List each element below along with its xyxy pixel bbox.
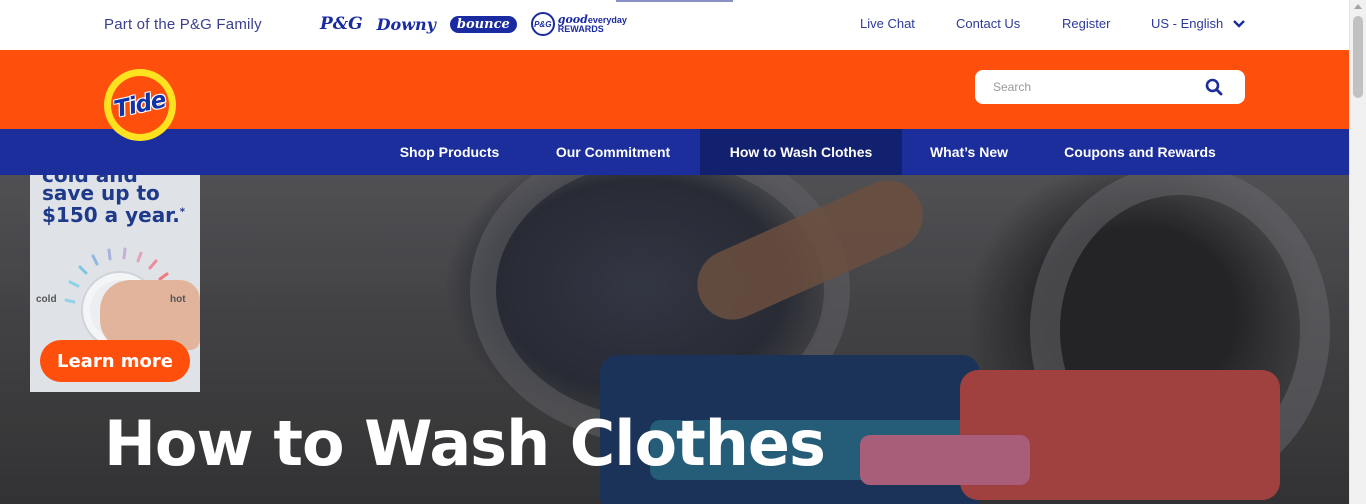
dial-hot-label: hot (170, 294, 186, 305)
page-scrollbar[interactable] (1349, 0, 1366, 504)
top-indicator (616, 0, 733, 2)
page-title: How to Wash Clothes (104, 407, 826, 480)
search-input[interactable] (993, 78, 1193, 96)
register-link[interactable]: Register (1062, 16, 1110, 31)
pg-logo-icon[interactable]: P&G (320, 14, 363, 34)
scrollbar-thumb[interactable] (1353, 16, 1363, 98)
tide-logo-ring: Tide (111, 76, 169, 134)
hero-banner: How to Wash Clothes (0, 175, 1349, 504)
promo-line-1: save up to (42, 181, 160, 205)
brand-logos: P&G Downy bounce P&G goodeveryday REWARD… (320, 8, 627, 40)
nav-shop-products[interactable]: Shop Products (380, 129, 519, 175)
nav-our-commitment[interactable]: Our Commitment (533, 129, 693, 175)
main-nav: Shop Products Our Commitment How to Wash… (0, 129, 1349, 175)
search-button[interactable] (1203, 76, 1225, 98)
pg-rewards-logo-icon[interactable]: P&G goodeveryday REWARDS (530, 12, 627, 36)
utility-bar: Part of the P&G Family P&G Downy bounce … (0, 0, 1349, 50)
bounce-logo-icon[interactable]: bounce (449, 15, 517, 33)
promo-card[interactable]: cold and save up to $150 a year.* cold h… (30, 175, 200, 392)
learn-more-button[interactable]: Learn more (40, 340, 190, 382)
rewards-label: REWARDS (557, 23, 604, 34)
nav-coupons-and-rewards[interactable]: Coupons and Rewards (1045, 129, 1235, 175)
pg-badge-icon: P&G (530, 12, 555, 36)
live-chat-link[interactable]: Live Chat (860, 16, 915, 31)
contact-us-link[interactable]: Contact Us (956, 16, 1020, 31)
tide-logo-text: Tide (112, 86, 168, 124)
dial-cold-label: cold (36, 294, 57, 305)
downy-logo-icon[interactable]: Downy (377, 15, 436, 34)
rewards-text: goodeveryday REWARDS (557, 14, 627, 34)
scroll-up-arrow-icon[interactable] (1354, 4, 1362, 9)
promo-footnote: * (179, 206, 186, 218)
promo-line-2-text: $150 a year. (42, 203, 180, 227)
pg-family-text[interactable]: Part of the P&G Family (104, 16, 262, 33)
search-box (975, 70, 1245, 104)
promo-line-2: $150 a year.* (42, 203, 185, 227)
tide-logo-icon[interactable]: Tide (104, 69, 176, 141)
language-selector[interactable]: US - English (1151, 16, 1246, 31)
chevron-down-icon (1233, 19, 1246, 28)
search-icon (1205, 78, 1223, 96)
site-header: Tide (0, 50, 1349, 141)
language-label: US - English (1151, 16, 1224, 31)
nav-how-to-wash-clothes[interactable]: How to Wash Clothes (700, 129, 902, 175)
nav-whats-new[interactable]: What’s New (913, 129, 1025, 175)
